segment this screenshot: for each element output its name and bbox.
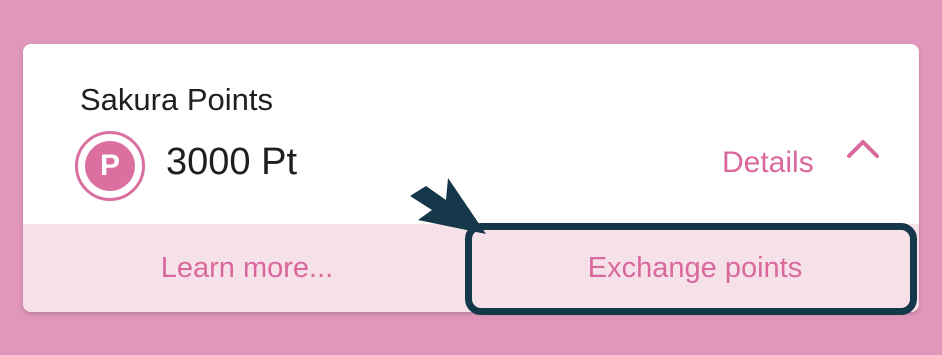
card-title: Sakura Points [80, 82, 273, 117]
exchange-points-button[interactable]: Exchange points [471, 224, 919, 312]
details-link[interactable]: Details [722, 146, 814, 180]
points-balance: 3000 Pt [166, 141, 297, 183]
chevron-up-icon[interactable] [845, 136, 881, 160]
card-actions: Learn more... Exchange points [23, 224, 919, 312]
learn-more-button[interactable]: Learn more... [23, 224, 471, 312]
points-icon: P [75, 131, 145, 201]
points-icon-letter: P [85, 141, 135, 191]
points-card: Sakura Points P 3000 Pt Details Learn mo… [23, 44, 919, 312]
